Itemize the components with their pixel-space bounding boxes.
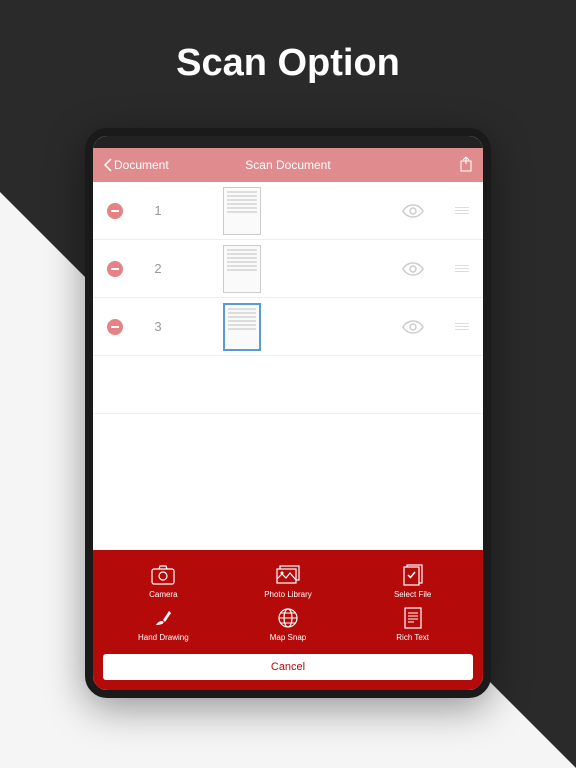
- rich-text-label: Rich Text: [396, 633, 429, 642]
- back-label: Document: [114, 158, 169, 172]
- map-snap-option[interactable]: Map Snap: [228, 607, 349, 642]
- eye-icon: [401, 257, 425, 281]
- share-icon: [459, 156, 473, 172]
- select-file-option[interactable]: Select File: [352, 564, 473, 599]
- status-bar: [93, 136, 483, 148]
- empty-row: [93, 356, 483, 414]
- camera-icon: [151, 564, 175, 586]
- drag-handle[interactable]: [455, 323, 469, 330]
- document-thumbnail[interactable]: [223, 245, 261, 293]
- map-snap-label: Map Snap: [270, 633, 306, 642]
- rich-text-option[interactable]: Rich Text: [352, 607, 473, 642]
- photo-library-option[interactable]: Photo Library: [228, 564, 349, 599]
- document-list: 1 2: [93, 182, 483, 414]
- document-row[interactable]: 2: [93, 240, 483, 298]
- document-thumbnail[interactable]: [223, 303, 261, 351]
- hand-drawing-icon: [151, 607, 175, 629]
- document-thumbnail[interactable]: [223, 187, 261, 235]
- rich-text-icon: [401, 607, 425, 629]
- document-row[interactable]: 1: [93, 182, 483, 240]
- device-frame: Document Scan Document 1: [85, 128, 491, 698]
- camera-option[interactable]: Camera: [103, 564, 224, 599]
- select-file-icon: [401, 564, 425, 586]
- delete-button[interactable]: [107, 319, 123, 335]
- promo-title: Scan Option: [0, 42, 576, 85]
- hand-drawing-option[interactable]: Hand Drawing: [103, 607, 224, 642]
- preview-button[interactable]: [401, 199, 425, 223]
- drag-handle[interactable]: [455, 265, 469, 272]
- eye-icon: [401, 199, 425, 223]
- scan-action-sheet: Camera Photo Library: [93, 550, 483, 690]
- hand-drawing-label: Hand Drawing: [138, 633, 189, 642]
- globe-icon: [276, 607, 300, 629]
- select-file-label: Select File: [394, 590, 431, 599]
- preview-button[interactable]: [401, 257, 425, 281]
- drag-handle[interactable]: [455, 207, 469, 214]
- eye-icon: [401, 315, 425, 339]
- share-button[interactable]: [459, 156, 473, 175]
- back-button[interactable]: Document: [103, 158, 169, 172]
- camera-label: Camera: [149, 590, 177, 599]
- delete-button[interactable]: [107, 203, 123, 219]
- chevron-left-icon: [103, 158, 112, 172]
- row-number: 2: [123, 261, 193, 276]
- delete-button[interactable]: [107, 261, 123, 277]
- nav-bar: Document Scan Document: [93, 148, 483, 182]
- photo-library-label: Photo Library: [264, 590, 312, 599]
- row-number: 3: [123, 319, 193, 334]
- preview-button[interactable]: [401, 315, 425, 339]
- cancel-button[interactable]: Cancel: [103, 654, 473, 680]
- row-number: 1: [123, 203, 193, 218]
- nav-title: Scan Document: [245, 158, 330, 172]
- photo-library-icon: [276, 564, 300, 586]
- document-row[interactable]: 3: [93, 298, 483, 356]
